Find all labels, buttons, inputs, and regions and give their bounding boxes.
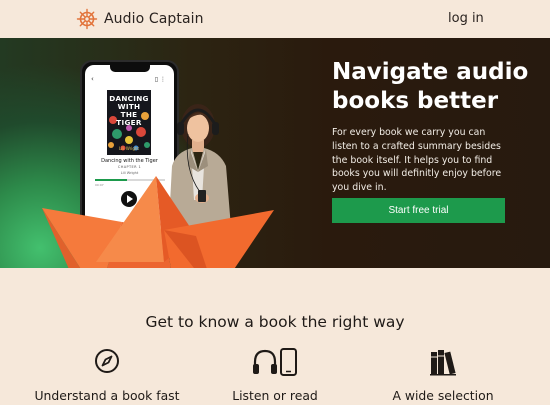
ship-wheel-icon <box>76 8 98 30</box>
login-link[interactable]: log in <box>448 11 484 26</box>
brand-name: Audio Captain <box>104 11 204 27</box>
hero-description: For every book we carry you can listen t… <box>332 127 502 194</box>
player-toolbar: ‹ ▯⋮ <box>91 75 168 85</box>
compass-icon <box>95 349 119 373</box>
feature-selection: A wide selection <box>368 348 518 403</box>
feature-understand: Understand a book fast <box>32 348 182 403</box>
feature-label: A wide selection <box>392 388 494 403</box>
feature-label: Listen or read <box>232 388 318 403</box>
hero-section: ‹ ▯⋮ DANCING WITH THE TIGER Lili Wright … <box>0 38 550 268</box>
back-arrow-icon: ‹ <box>91 75 94 83</box>
books-icon <box>430 350 456 376</box>
feature-listen: Listen or read <box>200 348 350 403</box>
features-title: Get to know a book the right way <box>145 313 405 331</box>
hero-title: Navigate audio books better <box>332 59 529 114</box>
site-header: Audio Captain log in <box>0 0 550 38</box>
book-cover: DANCING WITH THE TIGER Lili Wright <box>107 90 151 155</box>
player-actions-icon: ▯⋮ <box>154 76 168 83</box>
phone-notch <box>110 65 150 72</box>
brand-logo[interactable]: Audio Captain <box>76 8 204 30</box>
cover-author: Lili Wright <box>118 146 139 151</box>
paper-boat-illustration <box>42 176 274 268</box>
feature-label: Understand a book fast <box>34 388 180 403</box>
start-free-trial-button[interactable]: Start free trial <box>332 198 505 223</box>
cover-title: DANCING WITH THE TIGER <box>109 94 149 127</box>
headphones-phone-icon <box>253 348 297 376</box>
